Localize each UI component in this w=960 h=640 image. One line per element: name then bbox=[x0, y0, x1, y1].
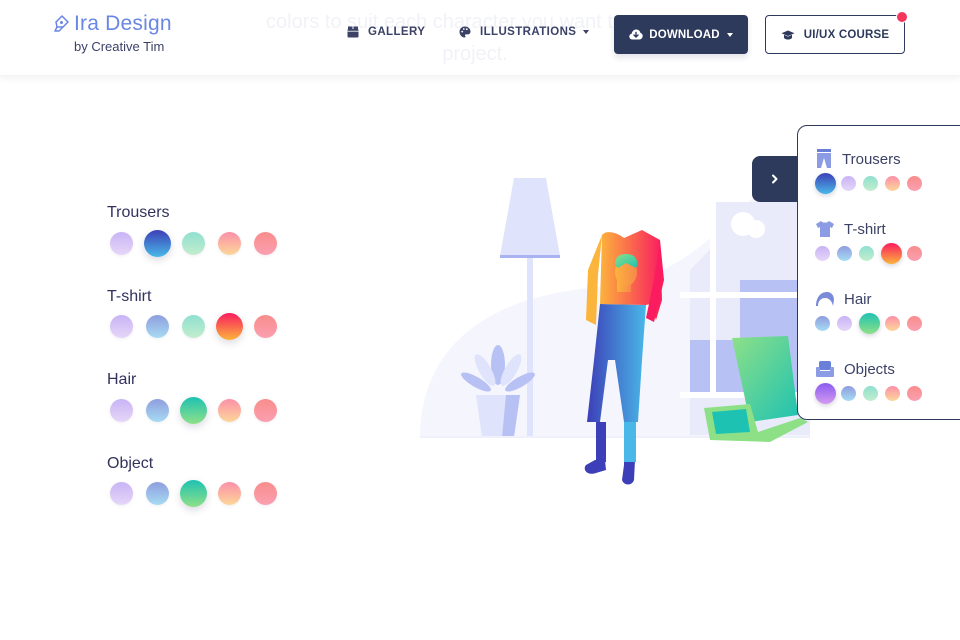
color-swatch[interactable] bbox=[863, 175, 878, 191]
color-swatch[interactable] bbox=[146, 315, 169, 338]
trousers-icon bbox=[817, 149, 831, 168]
color-swatches bbox=[110, 480, 290, 508]
option-label: T-shirt bbox=[107, 287, 152, 305]
brand[interactable]: Ira Design by Creative Tim bbox=[54, 12, 172, 54]
color-swatch[interactable] bbox=[907, 245, 922, 261]
color-swatches bbox=[110, 229, 290, 257]
color-swatch[interactable] bbox=[815, 172, 836, 194]
color-swatches bbox=[110, 396, 290, 424]
hair-icon bbox=[816, 292, 834, 306]
color-swatch[interactable] bbox=[254, 231, 277, 255]
panel-swatches bbox=[815, 311, 929, 335]
download-button-label: DOWNLOAD bbox=[649, 28, 720, 41]
color-swatch[interactable] bbox=[254, 398, 277, 422]
color-swatch[interactable] bbox=[110, 231, 133, 255]
option-label: Trousers bbox=[107, 204, 170, 221]
panel-group-hair: Hair bbox=[815, 288, 929, 335]
color-swatch[interactable] bbox=[885, 175, 900, 191]
panel-label: Objects bbox=[844, 360, 895, 378]
color-swatch[interactable] bbox=[180, 480, 207, 507]
nav-gallery-label: GALLERY bbox=[368, 26, 426, 38]
panel-group-tshirt: T-shirt bbox=[815, 218, 929, 265]
brand-title: Ira Design bbox=[74, 12, 172, 35]
color-swatch[interactable] bbox=[110, 398, 133, 422]
color-swatch[interactable] bbox=[180, 396, 207, 424]
color-swatch[interactable] bbox=[815, 245, 830, 261]
option-label: Object bbox=[107, 454, 154, 472]
box-icon bbox=[347, 26, 359, 38]
download-button[interactable]: DOWNLOAD bbox=[614, 15, 748, 54]
chevron-right-icon bbox=[772, 174, 778, 184]
color-swatch[interactable] bbox=[218, 231, 241, 255]
tshirt-icon bbox=[816, 221, 834, 237]
color-swatch[interactable] bbox=[182, 315, 205, 338]
armchair-icon bbox=[816, 361, 834, 377]
color-swatch[interactable] bbox=[254, 482, 277, 505]
color-swatch[interactable] bbox=[146, 482, 169, 505]
panel-toggle-button[interactable] bbox=[752, 156, 798, 202]
panel-label: Hair bbox=[844, 290, 872, 308]
color-swatch[interactable] bbox=[863, 385, 878, 401]
brand-subtitle: by Creative Tim bbox=[74, 39, 165, 54]
nav-illustrations-label: ILLUSTRATIONS bbox=[480, 26, 577, 38]
customization-panel: Trousers T-shirt Hair Objects bbox=[797, 125, 960, 420]
pen-nib-icon bbox=[54, 15, 69, 32]
color-swatch[interactable] bbox=[110, 482, 133, 505]
option-group-tshirt: T-shirt bbox=[107, 287, 290, 371]
color-swatches bbox=[110, 313, 290, 341]
character-illustration bbox=[420, 170, 810, 485]
panel-swatches bbox=[815, 171, 929, 195]
ui-ux-course-button[interactable]: UI/UX COURSE bbox=[765, 15, 905, 54]
color-swatch[interactable] bbox=[859, 312, 880, 334]
color-swatch[interactable] bbox=[837, 315, 852, 331]
caret-down-icon bbox=[583, 30, 590, 34]
color-swatch[interactable] bbox=[907, 175, 922, 191]
palette-icon bbox=[459, 26, 471, 38]
panel-label: T-shirt bbox=[844, 220, 886, 238]
cloud-download-icon bbox=[629, 29, 643, 40]
color-swatch[interactable] bbox=[218, 398, 241, 422]
caret-down-icon bbox=[726, 32, 733, 37]
panel-group-trousers: Trousers bbox=[815, 148, 929, 195]
color-swatch[interactable] bbox=[841, 385, 856, 401]
nav-illustrations-dropdown[interactable]: ILLUSTRATIONS bbox=[459, 26, 590, 38]
customization-options: Trousers T-shirt Hair Object bbox=[107, 203, 290, 537]
notification-badge bbox=[896, 11, 908, 23]
nav-gallery[interactable]: GALLERY bbox=[347, 26, 425, 38]
color-swatch[interactable] bbox=[815, 315, 830, 331]
color-swatch[interactable] bbox=[110, 315, 133, 338]
course-button-label: UI/UX COURSE bbox=[803, 28, 890, 41]
panel-swatches bbox=[815, 241, 929, 265]
color-swatch[interactable] bbox=[859, 245, 874, 261]
color-swatch[interactable] bbox=[144, 229, 171, 257]
color-swatch[interactable] bbox=[815, 382, 836, 404]
option-group-object: Object bbox=[107, 454, 290, 538]
color-swatch[interactable] bbox=[254, 315, 277, 338]
panel-swatches bbox=[815, 381, 929, 405]
color-swatch[interactable] bbox=[841, 175, 856, 191]
color-swatch[interactable] bbox=[885, 385, 900, 401]
color-swatch[interactable] bbox=[837, 245, 852, 261]
color-swatch[interactable] bbox=[885, 315, 900, 331]
color-swatch[interactable] bbox=[907, 385, 922, 401]
color-swatch[interactable] bbox=[146, 398, 169, 422]
panel-group-objects: Objects bbox=[815, 358, 929, 405]
navbar: Ira Design by Creative Tim GALLERY ILLUS… bbox=[0, 0, 960, 76]
color-swatch[interactable] bbox=[881, 242, 902, 264]
panel-label: Trousers bbox=[842, 150, 901, 168]
color-swatch[interactable] bbox=[218, 482, 241, 505]
option-label: Hair bbox=[107, 371, 137, 388]
color-swatch[interactable] bbox=[182, 231, 205, 255]
color-swatch[interactable] bbox=[216, 313, 243, 340]
option-group-hair: Hair bbox=[107, 370, 290, 454]
graduation-cap-icon bbox=[781, 30, 795, 39]
color-swatch[interactable] bbox=[907, 315, 922, 331]
option-group-trousers: Trousers bbox=[107, 203, 290, 287]
